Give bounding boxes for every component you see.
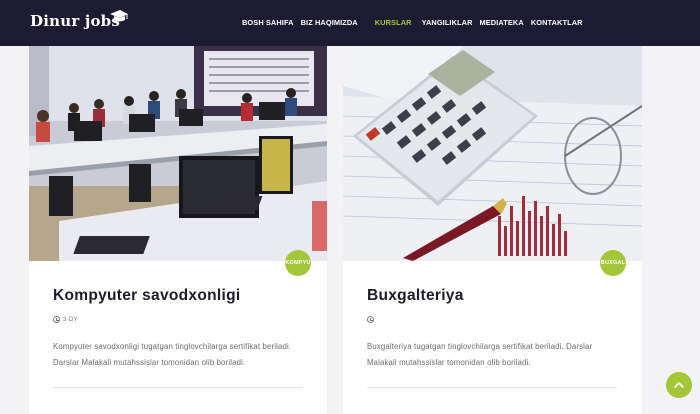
course-duration: 3 OY (53, 316, 78, 323)
course-title[interactable]: Buxgalteriya (367, 287, 464, 305)
course-category-badge[interactable]: BUXGAL (600, 250, 626, 276)
course-category-badge[interactable]: KOMPYU (285, 250, 311, 276)
main-nav: BOSH SAHIFA BIZ HAQIMIZDA KURSLAR YANGIL… (242, 18, 590, 27)
nav-item-bosh-sahifa[interactable]: BOSH SAHIFA (242, 18, 294, 27)
navbar: Dinur jobs BOSH SAHIFA BIZ HAQIMIZDA KUR… (0, 0, 700, 46)
course-image-classroom[interactable] (29, 46, 327, 261)
course-description: Kompyuter savodxonligi tugatgan tinglovc… (53, 342, 292, 367)
course-card: KOMPYU Kompyuter savodxonligi 3 OY Kompy… (29, 46, 327, 414)
clock-icon (367, 316, 374, 323)
course-duration (367, 316, 377, 323)
card-divider (53, 387, 303, 388)
course-description: Buxgalteriya tugatgan tinglovchilarga se… (367, 342, 593, 367)
card-divider (367, 387, 617, 388)
nav-item-mediateka[interactable]: MEDIATEKA (480, 18, 524, 27)
scroll-to-top-button[interactable] (666, 372, 692, 398)
nav-item-biz-haqimizda[interactable]: BIZ HAQIMIZDA (301, 18, 358, 27)
nav-item-kurslar[interactable]: KURSLAR (375, 18, 412, 27)
course-image-accounting[interactable] (343, 46, 642, 261)
site-logo[interactable]: Dinur jobs (30, 10, 128, 30)
course-duration-text: 3 OY (63, 316, 78, 323)
logo-text: Dinur jobs (30, 12, 121, 30)
clock-icon (53, 316, 60, 323)
nav-item-yangiliklar[interactable]: YANGILIKLAR (422, 18, 473, 27)
nav-item-kontaktlar[interactable]: KONTAKTLAR (531, 18, 583, 27)
chevron-up-icon (674, 382, 684, 388)
graduation-cap-icon (110, 10, 128, 22)
course-card: BUXGAL Buxgalteriya Buxgalteriya tugatga… (343, 46, 642, 414)
course-title[interactable]: Kompyuter savodxonligi (53, 287, 240, 305)
